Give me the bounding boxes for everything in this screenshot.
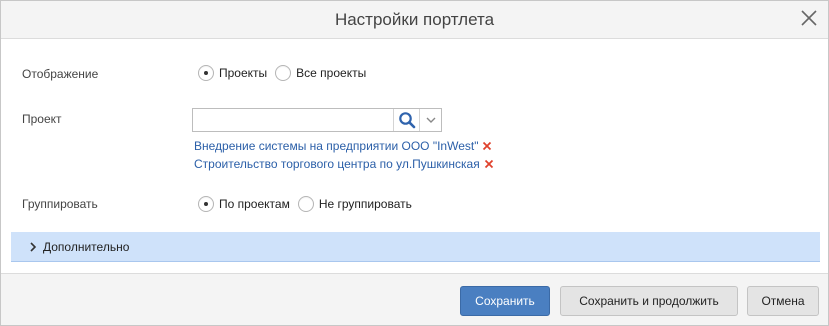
display-radio-group: Проекты Все проекты [198,65,374,81]
radio-label: По проектам [219,197,290,211]
project-input[interactable] [193,109,393,131]
radio-circle [198,196,214,212]
close-icon [801,10,817,26]
selected-project-link[interactable]: Внедрение системы на предприятии ООО "In… [194,139,478,153]
save-button[interactable]: Сохранить [460,286,550,316]
radio-group-by-projects[interactable]: По проектам [198,196,290,212]
remove-icon[interactable] [484,159,494,169]
project-label: Проект [22,112,62,126]
selected-project-link[interactable]: Строительство торгового центра по ул.Пуш… [194,157,480,171]
group-label: Группировать [22,197,98,211]
dialog-footer: Сохранить Сохранить и продолжить Отмена [1,273,828,325]
radio-label: Проекты [219,66,268,80]
advanced-section-label: Дополнительно [43,239,130,254]
radio-display-projects[interactable]: Проекты [198,65,267,81]
radio-circle [275,65,292,81]
chevron-down-icon [426,117,435,123]
save-and-continue-button[interactable]: Сохранить и продолжить [560,286,738,316]
radio-circle [297,196,314,212]
dialog-title: Настройки портлета [334,10,495,29]
group-radio-group: По проектам Не группировать [198,196,420,212]
cancel-button[interactable]: Отмена [747,286,819,316]
radio-no-grouping[interactable]: Не группировать [297,196,412,212]
radio-display-all-projects[interactable]: Все проекты [275,65,366,81]
close-button[interactable] [798,7,820,29]
remove-icon[interactable] [482,141,492,151]
radio-label: Все проекты [296,66,367,80]
selected-projects-list: Внедрение системы на предприятии ООО "In… [194,137,494,173]
project-lookup [192,108,442,132]
radio-label: Не группировать [318,197,412,211]
advanced-section-toggle[interactable]: Дополнительно [11,232,820,262]
selected-project-item: Внедрение системы на предприятии ООО "In… [194,137,494,155]
portlet-settings-dialog: Настройки портлета Отображение Проекты В… [0,0,829,326]
display-label: Отображение [22,67,99,81]
project-search-button[interactable] [393,109,419,131]
radio-circle [198,65,214,81]
project-dropdown-button[interactable] [419,109,441,131]
dialog-header: Настройки портлета [1,1,828,39]
search-icon [398,112,415,129]
selected-project-item: Строительство торгового центра по ул.Пуш… [194,155,494,173]
chevron-right-icon [30,241,37,252]
